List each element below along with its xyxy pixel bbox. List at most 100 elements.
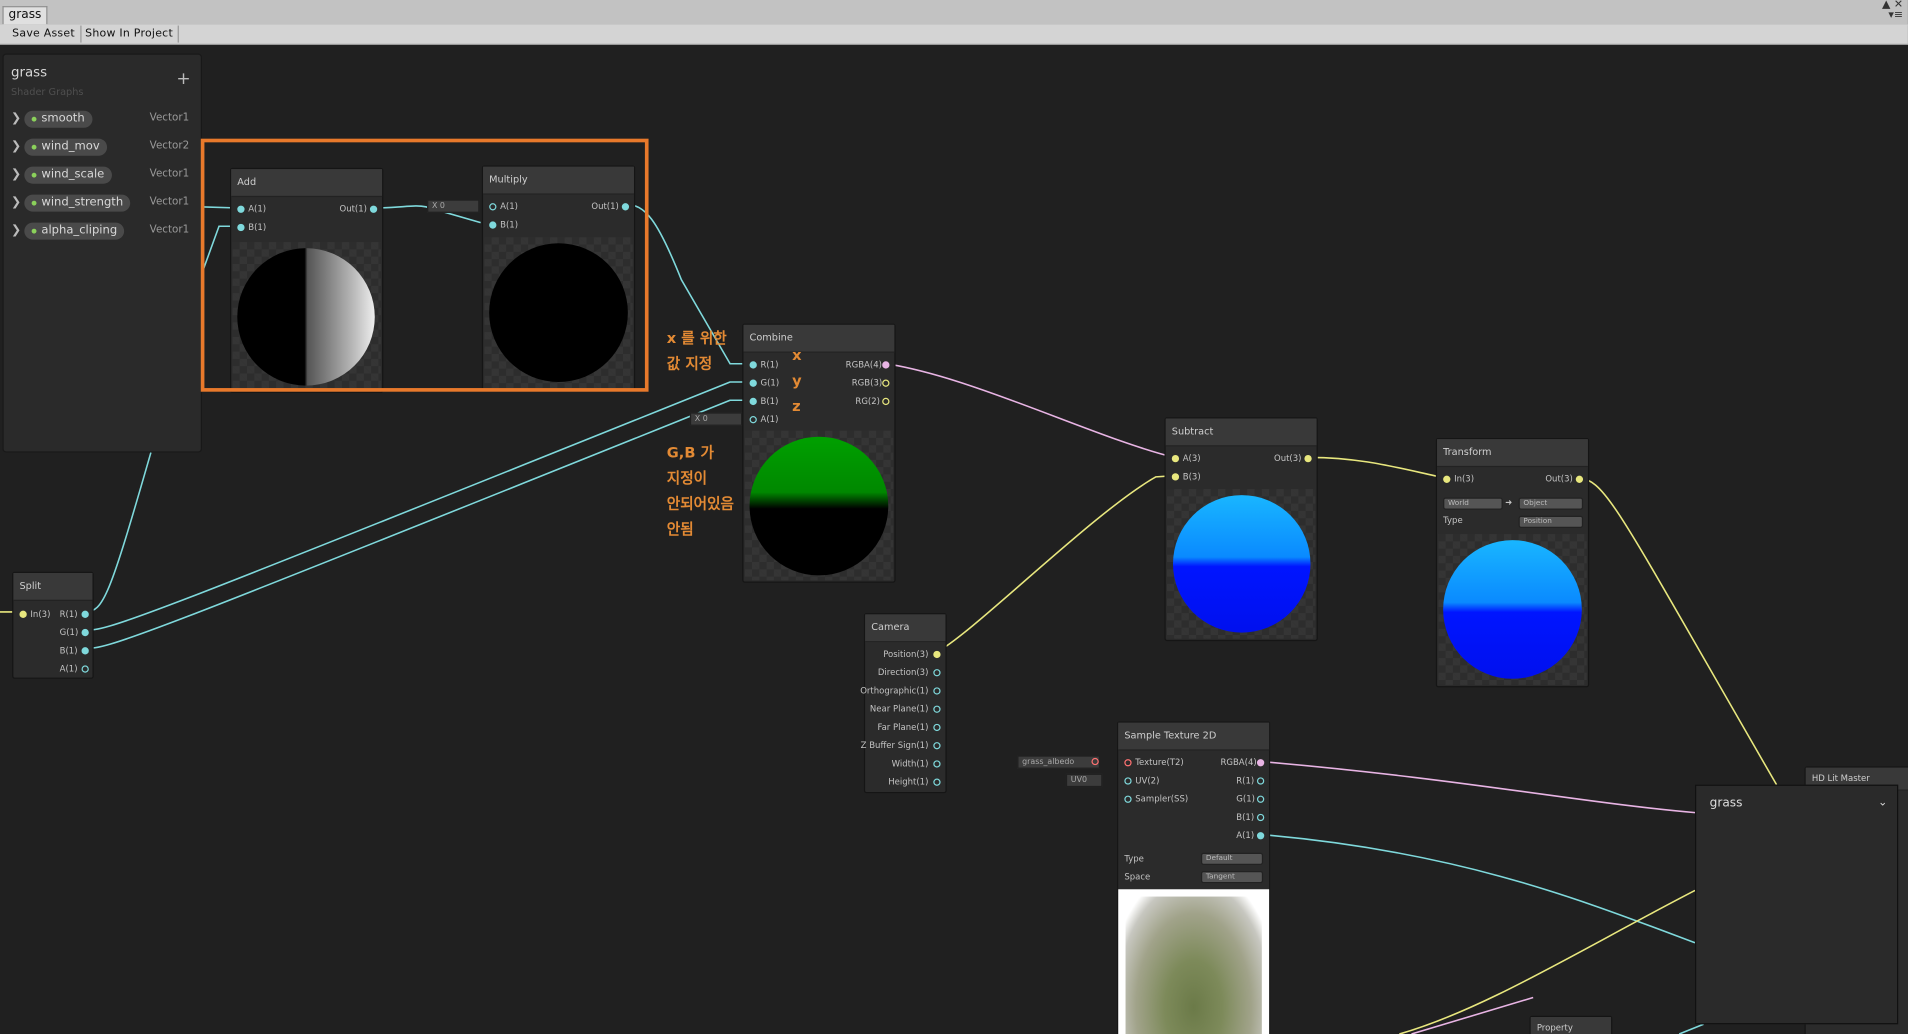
combine-node[interactable]: Combine R(1) G(1) B(1) A(1) RGBA(4) RGB(… [742, 323, 896, 583]
node-preview [1166, 489, 1316, 639]
object-picker-icon[interactable] [1091, 757, 1099, 766]
to-space-dropdown[interactable]: Object [1518, 497, 1584, 510]
uv-channel-field[interactable]: UV0 [1065, 773, 1103, 788]
property-row[interactable]: ❯ wind_strength Vector1 [4, 193, 201, 215]
output-port[interactable] [933, 723, 941, 732]
property-node[interactable]: Property [1529, 1015, 1613, 1034]
chevron-right-icon[interactable]: ❯ [11, 140, 21, 153]
default-value-field[interactable]: X 0 [689, 412, 743, 426]
output-port[interactable] [1256, 813, 1265, 822]
slot-label: Far Plane(1) [877, 722, 929, 733]
node-title: Split [13, 572, 93, 601]
slot-label: Out(3) [1545, 474, 1573, 485]
output-port[interactable] [1256, 832, 1265, 840]
property-type: Vector2 [149, 139, 190, 153]
wire-camera-subtract [936, 474, 1175, 653]
slot-label: Out(3) [1273, 453, 1302, 464]
property-row[interactable]: ❯ wind_mov Vector2 [4, 137, 201, 159]
add-property-button[interactable]: + [176, 71, 190, 88]
slot-label: B(1) [760, 396, 779, 407]
input-port[interactable] [1124, 795, 1132, 803]
type-dropdown[interactable]: Default [1200, 852, 1264, 865]
property-row[interactable]: ❯ wind_scale Vector1 [4, 165, 201, 187]
output-port[interactable] [933, 705, 941, 713]
output-port[interactable] [882, 379, 890, 387]
blackboard-panel[interactable]: grass Shader Graphs + ❯ smooth Vector1 ❯… [2, 53, 202, 453]
input-port[interactable] [749, 379, 757, 387]
slot-label: In(3) [30, 609, 51, 620]
output-port[interactable] [933, 687, 941, 695]
input-port[interactable] [749, 416, 757, 424]
slot-label: B(1) [1236, 812, 1255, 823]
output-port[interactable] [1256, 795, 1265, 803]
output-port[interactable] [81, 647, 89, 655]
master-preview-panel[interactable]: grass ⌄ [1695, 784, 1899, 1025]
slot-label: Height(1) [888, 777, 929, 788]
property-dot-icon [31, 172, 37, 178]
transform-node[interactable]: Transform In(3) Out(3) World ➜ Object Ty… [1435, 437, 1590, 688]
input-port[interactable] [749, 361, 757, 369]
input-port[interactable] [1171, 473, 1180, 481]
output-port[interactable] [933, 742, 941, 750]
input-port[interactable] [1124, 777, 1132, 785]
output-port[interactable] [1304, 454, 1312, 463]
chevron-right-icon[interactable]: ❯ [11, 224, 21, 237]
annotation-axis-z: z [792, 397, 801, 415]
subtract-node[interactable]: Subtract A(3) B(3) Out(3) [1164, 417, 1318, 642]
annotation-gb-note: G,B 가 지정이 안되어있음 안됨 [666, 444, 734, 538]
output-port[interactable] [1256, 759, 1265, 767]
input-port[interactable] [1171, 454, 1180, 463]
input-port[interactable] [1443, 475, 1451, 483]
output-port[interactable] [933, 760, 941, 768]
output-port[interactable] [81, 665, 89, 673]
annotation-xy-note: x 를 위한 값 지정 [666, 329, 727, 373]
input-port[interactable] [1124, 759, 1132, 767]
property-pill[interactable]: alpha_cliping [24, 222, 125, 240]
output-port[interactable] [81, 610, 89, 618]
property-pill[interactable]: wind_strength [24, 194, 131, 212]
split-node[interactable]: Split In(3) R(1) G(1) B(1) A(1) [12, 571, 94, 679]
dropdown-value: World [1447, 498, 1469, 508]
space-dropdown[interactable]: Tangent [1200, 871, 1264, 884]
property-name: wind_scale [41, 167, 105, 182]
output-port[interactable] [933, 669, 941, 677]
slot-label: Orthographic(1) [860, 686, 929, 696]
output-port[interactable] [933, 650, 941, 659]
slot-label: A(1) [1236, 830, 1255, 841]
sample-texture-2d-node[interactable]: Sample Texture 2D Texture(T2) UV(2) Samp… [1117, 721, 1271, 1034]
property-dot-icon [31, 144, 37, 150]
from-space-dropdown[interactable]: World [1443, 497, 1503, 510]
node-title: Combine [743, 324, 895, 353]
property-type: Vector1 [149, 111, 190, 125]
camera-node[interactable]: Camera Position(3) Direction(3) Orthogra… [860, 613, 947, 794]
chevron-right-icon[interactable]: ❯ [11, 196, 21, 209]
dropdown-value: Tangent [1205, 872, 1235, 881]
property-dot-icon [31, 228, 37, 234]
input-port[interactable] [749, 397, 757, 406]
node-title: Subtract [1165, 418, 1317, 447]
output-port[interactable] [882, 361, 890, 369]
dropdown-value: Default [1205, 853, 1233, 863]
type-dropdown[interactable]: Position [1518, 515, 1584, 528]
property-pill[interactable]: wind_mov [24, 138, 107, 156]
property-row[interactable]: ❯ alpha_cliping Vector1 [4, 221, 201, 243]
property-pill[interactable]: smooth [24, 110, 92, 128]
output-port[interactable] [882, 397, 890, 406]
preview-sphere [1443, 540, 1582, 679]
property-row[interactable]: ❯ smooth Vector1 [4, 109, 201, 131]
slot-label: G(1) [1236, 794, 1255, 805]
chevron-right-icon[interactable]: ❯ [11, 168, 21, 181]
chevron-right-icon[interactable]: ❯ [11, 112, 21, 125]
property-pill[interactable]: wind_scale [24, 166, 112, 184]
slot-label: Texture(T2) [1135, 757, 1184, 768]
node-title: Transform [1437, 439, 1588, 468]
output-port[interactable] [1256, 777, 1265, 785]
output-port[interactable] [1575, 475, 1584, 483]
chevron-down-icon[interactable]: ⌄ [1878, 797, 1887, 809]
texture-field[interactable]: grass_albedo [1017, 755, 1100, 769]
output-port[interactable] [933, 778, 941, 786]
wire-alpha-master [1260, 833, 1696, 944]
input-port[interactable] [19, 610, 27, 618]
property-name: smooth [41, 111, 85, 126]
output-port[interactable] [81, 628, 89, 637]
